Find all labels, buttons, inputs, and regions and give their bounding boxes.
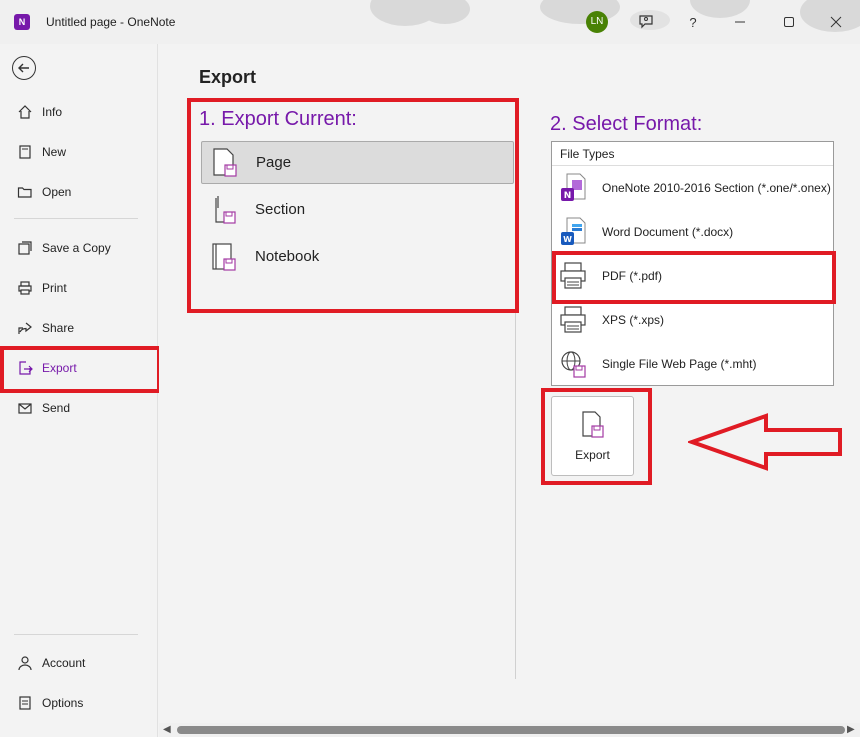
minimize-icon[interactable] — [730, 12, 750, 32]
sidebar-item-send[interactable]: Send — [0, 388, 158, 428]
feedback-icon[interactable] — [636, 12, 656, 32]
title-bar: N Untitled page - OneNote LN ? — [0, 0, 860, 44]
account-icon — [16, 654, 34, 672]
sidebar-item-label: Options — [42, 696, 84, 710]
sidebar-item-options[interactable]: Options — [0, 683, 158, 723]
printer-icon — [16, 279, 34, 297]
file-type-mht[interactable]: Single File Web Page (*.mht) — [552, 342, 833, 386]
file-types-header: File Types — [552, 142, 833, 166]
send-icon — [16, 399, 34, 417]
save-copy-icon — [16, 239, 34, 257]
file-type-label: OneNote 2010-2016 Section (*.one/*.onex) — [602, 181, 831, 195]
sidebar-item-save-a-copy[interactable]: Save a Copy — [0, 228, 158, 268]
file-type-label: XPS (*.xps) — [602, 313, 665, 327]
help-icon[interactable]: ? — [683, 12, 703, 32]
user-avatar[interactable]: LN — [586, 11, 608, 33]
file-type-label: Word Document (*.docx) — [602, 225, 734, 239]
sidebar-item-new[interactable]: New — [0, 132, 158, 172]
maximize-icon[interactable] — [779, 12, 799, 32]
share-icon — [16, 319, 34, 337]
onenote-logo-icon: N — [14, 14, 30, 30]
sidebar-item-account[interactable]: Account — [0, 643, 158, 683]
file-type-xps[interactable]: XPS (*.xps) — [552, 298, 833, 342]
svg-text:W: W — [563, 235, 572, 244]
xps-printer-icon — [560, 306, 586, 333]
sidebar-divider — [14, 634, 138, 635]
svg-text:N: N — [564, 191, 572, 201]
annotation-box-export-current — [187, 98, 519, 313]
folder-open-icon — [16, 183, 34, 201]
sidebar-item-open[interactable]: Open — [0, 172, 158, 212]
window-title: Untitled page - OneNote — [46, 15, 176, 29]
word-file-icon: W — [561, 217, 586, 245]
select-format-heading: 2. Select Format: — [550, 113, 703, 135]
web-page-file-icon — [561, 351, 586, 378]
annotation-box-export-button — [541, 388, 652, 485]
sidebar-item-label: Print — [42, 281, 67, 295]
page-title: Export — [199, 67, 257, 87]
sidebar-divider — [14, 218, 138, 219]
sidebar-item-label: Share — [42, 321, 75, 335]
horizontal-scrollbar[interactable]: ◀ ▶ — [159, 723, 860, 737]
close-icon[interactable] — [826, 12, 846, 32]
sidebar-item-label: Open — [42, 185, 72, 199]
sidebar-item-label: Info — [42, 105, 63, 119]
annotation-box-pdf — [552, 251, 836, 304]
file-type-onenote[interactable]: N OneNote 2010-2016 Section (*.one/*.one… — [552, 166, 833, 210]
sidebar-item-label: New — [42, 145, 67, 159]
sidebar-item-share[interactable]: Share — [0, 308, 158, 348]
sidebar-item-info[interactable]: Info — [0, 92, 158, 132]
sidebar-item-label: Save a Copy — [42, 241, 111, 255]
sidebar-item-print[interactable]: Print — [0, 268, 158, 308]
scroll-left-icon[interactable]: ◀ — [163, 724, 171, 735]
sidebar-item-label: Send — [42, 401, 71, 415]
sidebar-item-label: Account — [42, 656, 86, 670]
back-arrow-icon[interactable] — [12, 56, 36, 80]
file-type-label: Single File Web Page (*.mht) — [602, 357, 757, 371]
onenote-file-icon: N — [561, 173, 586, 201]
options-icon — [16, 694, 34, 712]
file-type-word[interactable]: W Word Document (*.docx) — [552, 210, 833, 254]
annotation-box-export-nav — [0, 346, 161, 393]
scrollbar-thumb[interactable] — [177, 726, 845, 734]
annotation-arrow-icon — [688, 413, 842, 471]
new-page-icon — [16, 143, 34, 161]
scroll-right-icon[interactable]: ▶ — [847, 724, 855, 735]
info-home-icon — [16, 103, 34, 121]
